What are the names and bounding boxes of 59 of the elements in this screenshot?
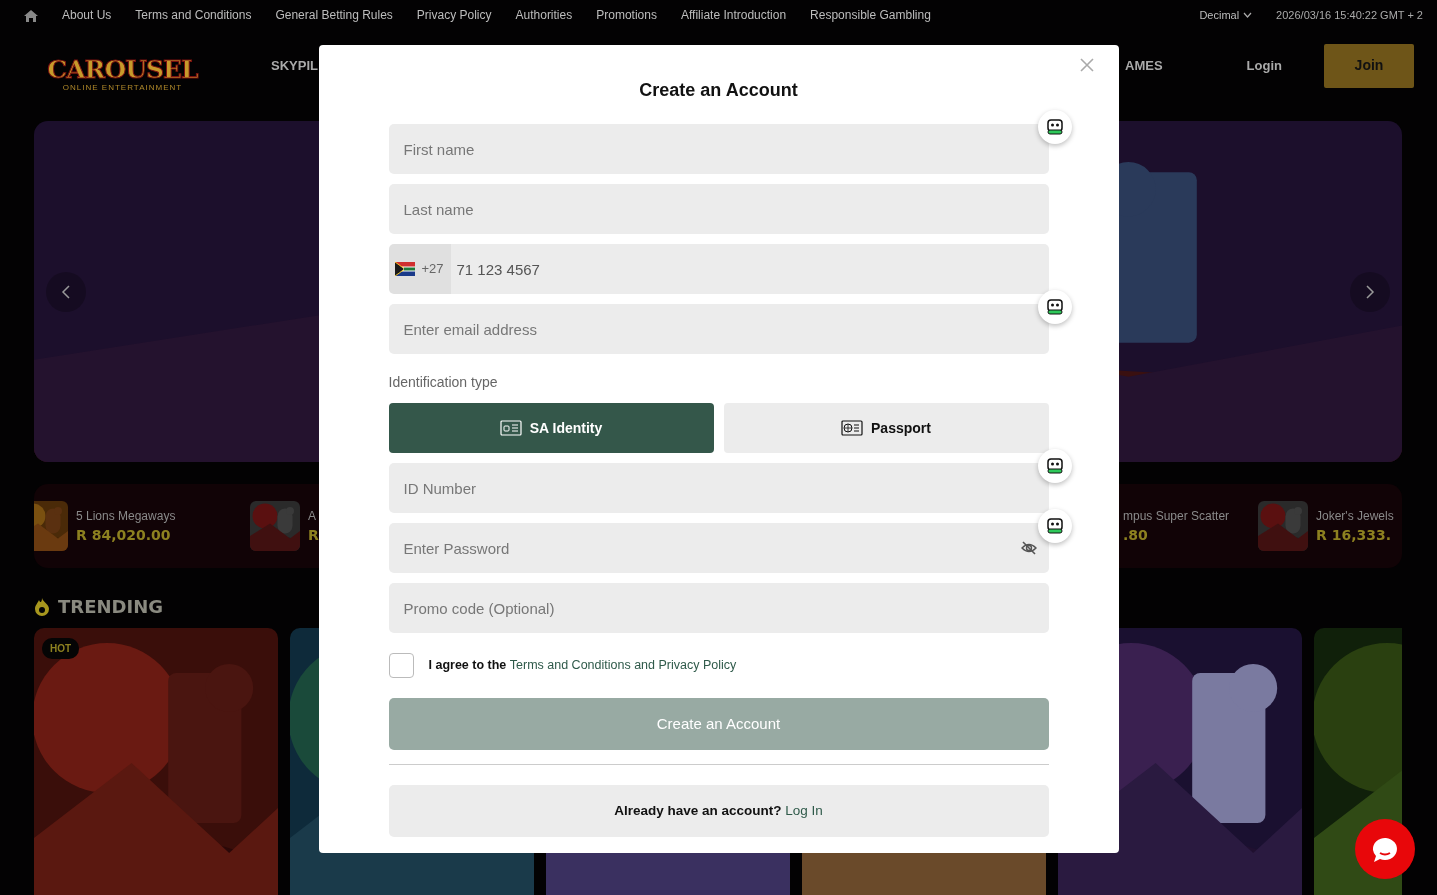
nav-link[interactable]: About Us — [62, 6, 112, 24]
section-title: TRENDING — [58, 594, 163, 619]
nav-link[interactable]: Promotions — [596, 6, 657, 24]
autofill-button[interactable] — [1037, 290, 1072, 324]
agree-checkbox[interactable] — [388, 653, 414, 678]
robot-icon — [1046, 518, 1063, 534]
jackpot-amount: R — [308, 525, 319, 545]
country-code-selector[interactable]: +27 — [388, 244, 451, 294]
nav-link[interactable]: General Betting Rules — [275, 6, 393, 24]
game-name: Joker's Jewels — [1316, 507, 1394, 525]
password-field[interactable]: Enter Password — [388, 523, 1049, 573]
nav-link[interactable]: Authorities — [515, 6, 573, 24]
nav-link[interactable]: Responsible Gambling — [810, 6, 931, 24]
game-name: 5 Lions Megaways — [76, 507, 176, 525]
id-type-tab[interactable]: Passport — [723, 403, 1049, 453]
phone-field[interactable]: 71 123 4567 — [450, 244, 1049, 294]
robot-icon — [1046, 299, 1063, 315]
chevron-left-icon[interactable] — [61, 285, 71, 299]
login-link[interactable]: Log In — [785, 802, 823, 818]
login-prompt: Already have an account? Log In — [614, 801, 823, 820]
dialog-title: Create an Account — [638, 79, 799, 102]
id-card-icon — [499, 420, 522, 436]
login-link[interactable]: Login — [1246, 55, 1282, 76]
input-field[interactable]: ID Number — [388, 463, 1049, 513]
chevron-right-icon[interactable] — [1365, 285, 1375, 299]
home-icon[interactable] — [24, 8, 38, 22]
input-field[interactable]: Enter email address — [388, 304, 1049, 354]
input-field[interactable]: First name — [388, 124, 1049, 174]
game-name: mpus Super Scatter — [1123, 507, 1230, 525]
caret-icon — [1243, 12, 1253, 18]
robot-icon — [1046, 458, 1063, 474]
flag-icon — [395, 262, 416, 276]
terms-link[interactable]: Terms and Conditions and Privacy Policy — [509, 658, 737, 673]
agreement-text: I agree to the Terms and Conditions and Privacy Policy — [428, 657, 737, 675]
robot-icon — [1046, 119, 1063, 135]
jackpot-amount: R 16,333. — [1316, 525, 1392, 545]
input-field[interactable]: Promo code (Optional) — [388, 583, 1049, 633]
autofill-button[interactable] — [1037, 110, 1072, 144]
jackpot-amount: R 84,020.00 — [76, 525, 172, 545]
logo-tagline: ONLINE ENTERTAINMENT — [62, 82, 183, 94]
logo[interactable]: CAROUSEL — [47, 57, 198, 82]
jackpot-amount: .80 — [1123, 525, 1149, 545]
nav-link[interactable]: AMES — [1125, 55, 1163, 76]
odds-format-dropdown[interactable]: Decimal — [1199, 6, 1253, 24]
input-field[interactable]: Last name — [388, 184, 1049, 234]
autofill-button[interactable] — [1037, 449, 1072, 483]
chat-bubble-icon — [1370, 835, 1400, 863]
date-time: 2026/03/16 15:40:22 GMT + 2 — [1276, 7, 1423, 23]
globe-card-icon — [841, 420, 864, 436]
eye-off-icon[interactable] — [1020, 540, 1037, 556]
game-name: A — [308, 507, 317, 525]
nav-link[interactable]: Terms and Conditions — [135, 6, 252, 24]
nav-link[interactable]: SKYPIL — [271, 55, 318, 76]
flame-icon — [34, 596, 50, 616]
nav-link[interactable]: Affiliate Introduction — [680, 6, 787, 24]
nav-link[interactable]: Privacy Policy — [416, 6, 492, 24]
id-type-tab[interactable]: SA Identity — [388, 403, 714, 453]
field-label: Identification type — [388, 373, 499, 392]
autofill-button[interactable] — [1037, 509, 1072, 543]
